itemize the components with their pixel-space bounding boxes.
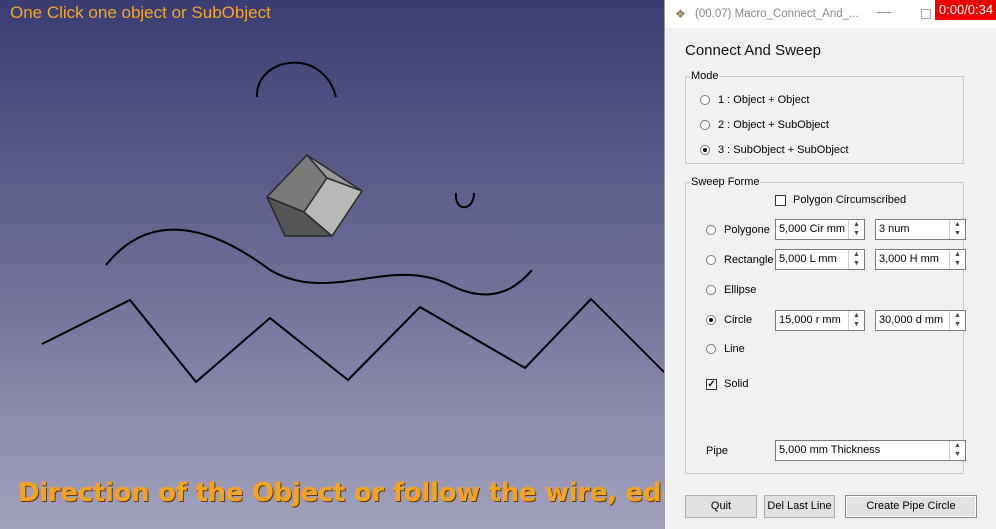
spin-arrows-icon[interactable]: ▲ ▼ (949, 220, 965, 239)
window-titlebar: ❖ (00.07) Macro_Connect_And_... — 0:00/0… (665, 0, 996, 28)
mode-option-label: 3 : SubObject + SubObject (718, 144, 849, 156)
sweep-option-polygone[interactable]: Polygone (706, 224, 770, 236)
radio-selected-icon (706, 315, 716, 325)
sine-wire[interactable] (105, 228, 533, 296)
spinbox-value: 5,000 mm Thickness (779, 444, 881, 456)
circle-diameter-spinbox[interactable]: 30,000 d mm ▲ ▼ (875, 310, 966, 331)
3d-viewport[interactable]: One Click one object or SubObject Direct… (0, 0, 664, 529)
spin-arrows-icon[interactable]: ▲ ▼ (949, 250, 965, 269)
checkbox-icon (775, 194, 786, 206)
mode-option-label: 2 : Object + SubObject (718, 119, 829, 131)
circle-radius-spinbox[interactable]: 15,000 r mm ▲ ▼ (775, 310, 865, 331)
sweep-legend: Sweep Forme (691, 176, 760, 188)
maximize-button[interactable] (921, 9, 931, 19)
radio-icon (706, 225, 716, 235)
sweep-option-label: Line (724, 343, 745, 355)
video-caption: Direction of the Object or follow the wi… (18, 478, 664, 508)
video-timer: 0:00/0:34 (935, 0, 996, 20)
minimize-button[interactable]: — (877, 3, 891, 19)
spinbox-value: 5,000 Cir mm (779, 223, 846, 235)
spinbox-value: 30,000 d mm (879, 314, 944, 326)
mode-option-3[interactable]: 3 : SubObject + SubObject (700, 144, 849, 156)
polygone-radius-spinbox[interactable]: 5,000 Cir mm ▲ ▼ (775, 219, 865, 240)
spin-arrows-icon[interactable]: ▲ ▼ (949, 441, 965, 460)
macro-icon: ❖ (675, 7, 686, 21)
spin-arrows-icon[interactable]: ▲ ▼ (848, 220, 864, 239)
scene-canvas[interactable] (0, 0, 664, 529)
spinbox-value: 3 num (879, 223, 910, 235)
rectangle-height-spinbox[interactable]: 3,000 H mm ▲ ▼ (875, 249, 966, 270)
spin-arrows-icon[interactable]: ▲ ▼ (848, 311, 864, 330)
spin-arrows-icon[interactable]: ▲ ▼ (949, 311, 965, 330)
solid-checkbox[interactable]: ✓ Solid (706, 378, 748, 390)
spin-arrows-icon[interactable]: ▲ ▼ (848, 250, 864, 269)
cube-object[interactable] (266, 154, 363, 237)
macro-panel: ❖ (00.07) Macro_Connect_And_... — 0:00/0… (664, 0, 996, 529)
selection-hint: One Click one object or SubObject (10, 3, 271, 22)
radio-icon (700, 95, 710, 105)
checkmark-icon: ✓ (706, 378, 717, 390)
mode-option-1[interactable]: 1 : Object + Object (700, 94, 809, 106)
radio-icon (706, 255, 716, 265)
polygone-sides-spinbox[interactable]: 3 num ▲ ▼ (875, 219, 966, 240)
sweep-option-label: Rectangle (724, 254, 774, 266)
radio-icon (706, 285, 716, 295)
mode-option-2[interactable]: 2 : Object + SubObject (700, 119, 829, 131)
mode-legend: Mode (691, 70, 719, 82)
del-last-line-button[interactable]: Del Last Line (764, 495, 835, 518)
sweep-option-ellipse[interactable]: Ellipse (706, 284, 756, 296)
quit-button[interactable]: Quit (685, 495, 757, 518)
mode-option-label: 1 : Object + Object (718, 94, 810, 106)
arc-shape[interactable] (255, 61, 337, 98)
rectangle-length-spinbox[interactable]: 5,000 L mm ▲ ▼ (775, 249, 865, 270)
window-title: (00.07) Macro_Connect_And_... (695, 8, 859, 20)
pipe-label: Pipe (706, 445, 729, 457)
checkbox-label: Polygon Circumscribed (793, 194, 907, 206)
polygon-circumscribed-checkbox[interactable]: Polygon Circumscribed (775, 194, 906, 206)
sweep-option-label: Circle (724, 314, 753, 326)
sweep-option-circle[interactable]: Circle (706, 314, 752, 326)
sweep-option-rectangle[interactable]: Rectangle (706, 254, 774, 266)
spinbox-value: 5,000 L mm (779, 253, 837, 265)
checkbox-label: Solid (724, 378, 749, 390)
zigzag-wire[interactable] (41, 297, 664, 384)
sweep-option-line[interactable]: Line (706, 343, 745, 355)
radio-selected-icon (700, 145, 710, 155)
dialog-heading: Connect And Sweep (685, 42, 821, 59)
create-pipe-button[interactable]: Create Pipe Circle (845, 495, 977, 518)
pipe-thickness-spinbox[interactable]: 5,000 mm Thickness ▲ ▼ (775, 440, 966, 461)
radio-icon (700, 120, 710, 130)
spinbox-value: 15,000 r mm (779, 314, 841, 326)
sweep-option-label: Polygone (724, 224, 770, 236)
radio-icon (706, 344, 716, 354)
spinbox-value: 3,000 H mm (879, 253, 939, 265)
small-arc-shape[interactable] (454, 192, 475, 209)
sweep-option-label: Ellipse (724, 284, 757, 296)
